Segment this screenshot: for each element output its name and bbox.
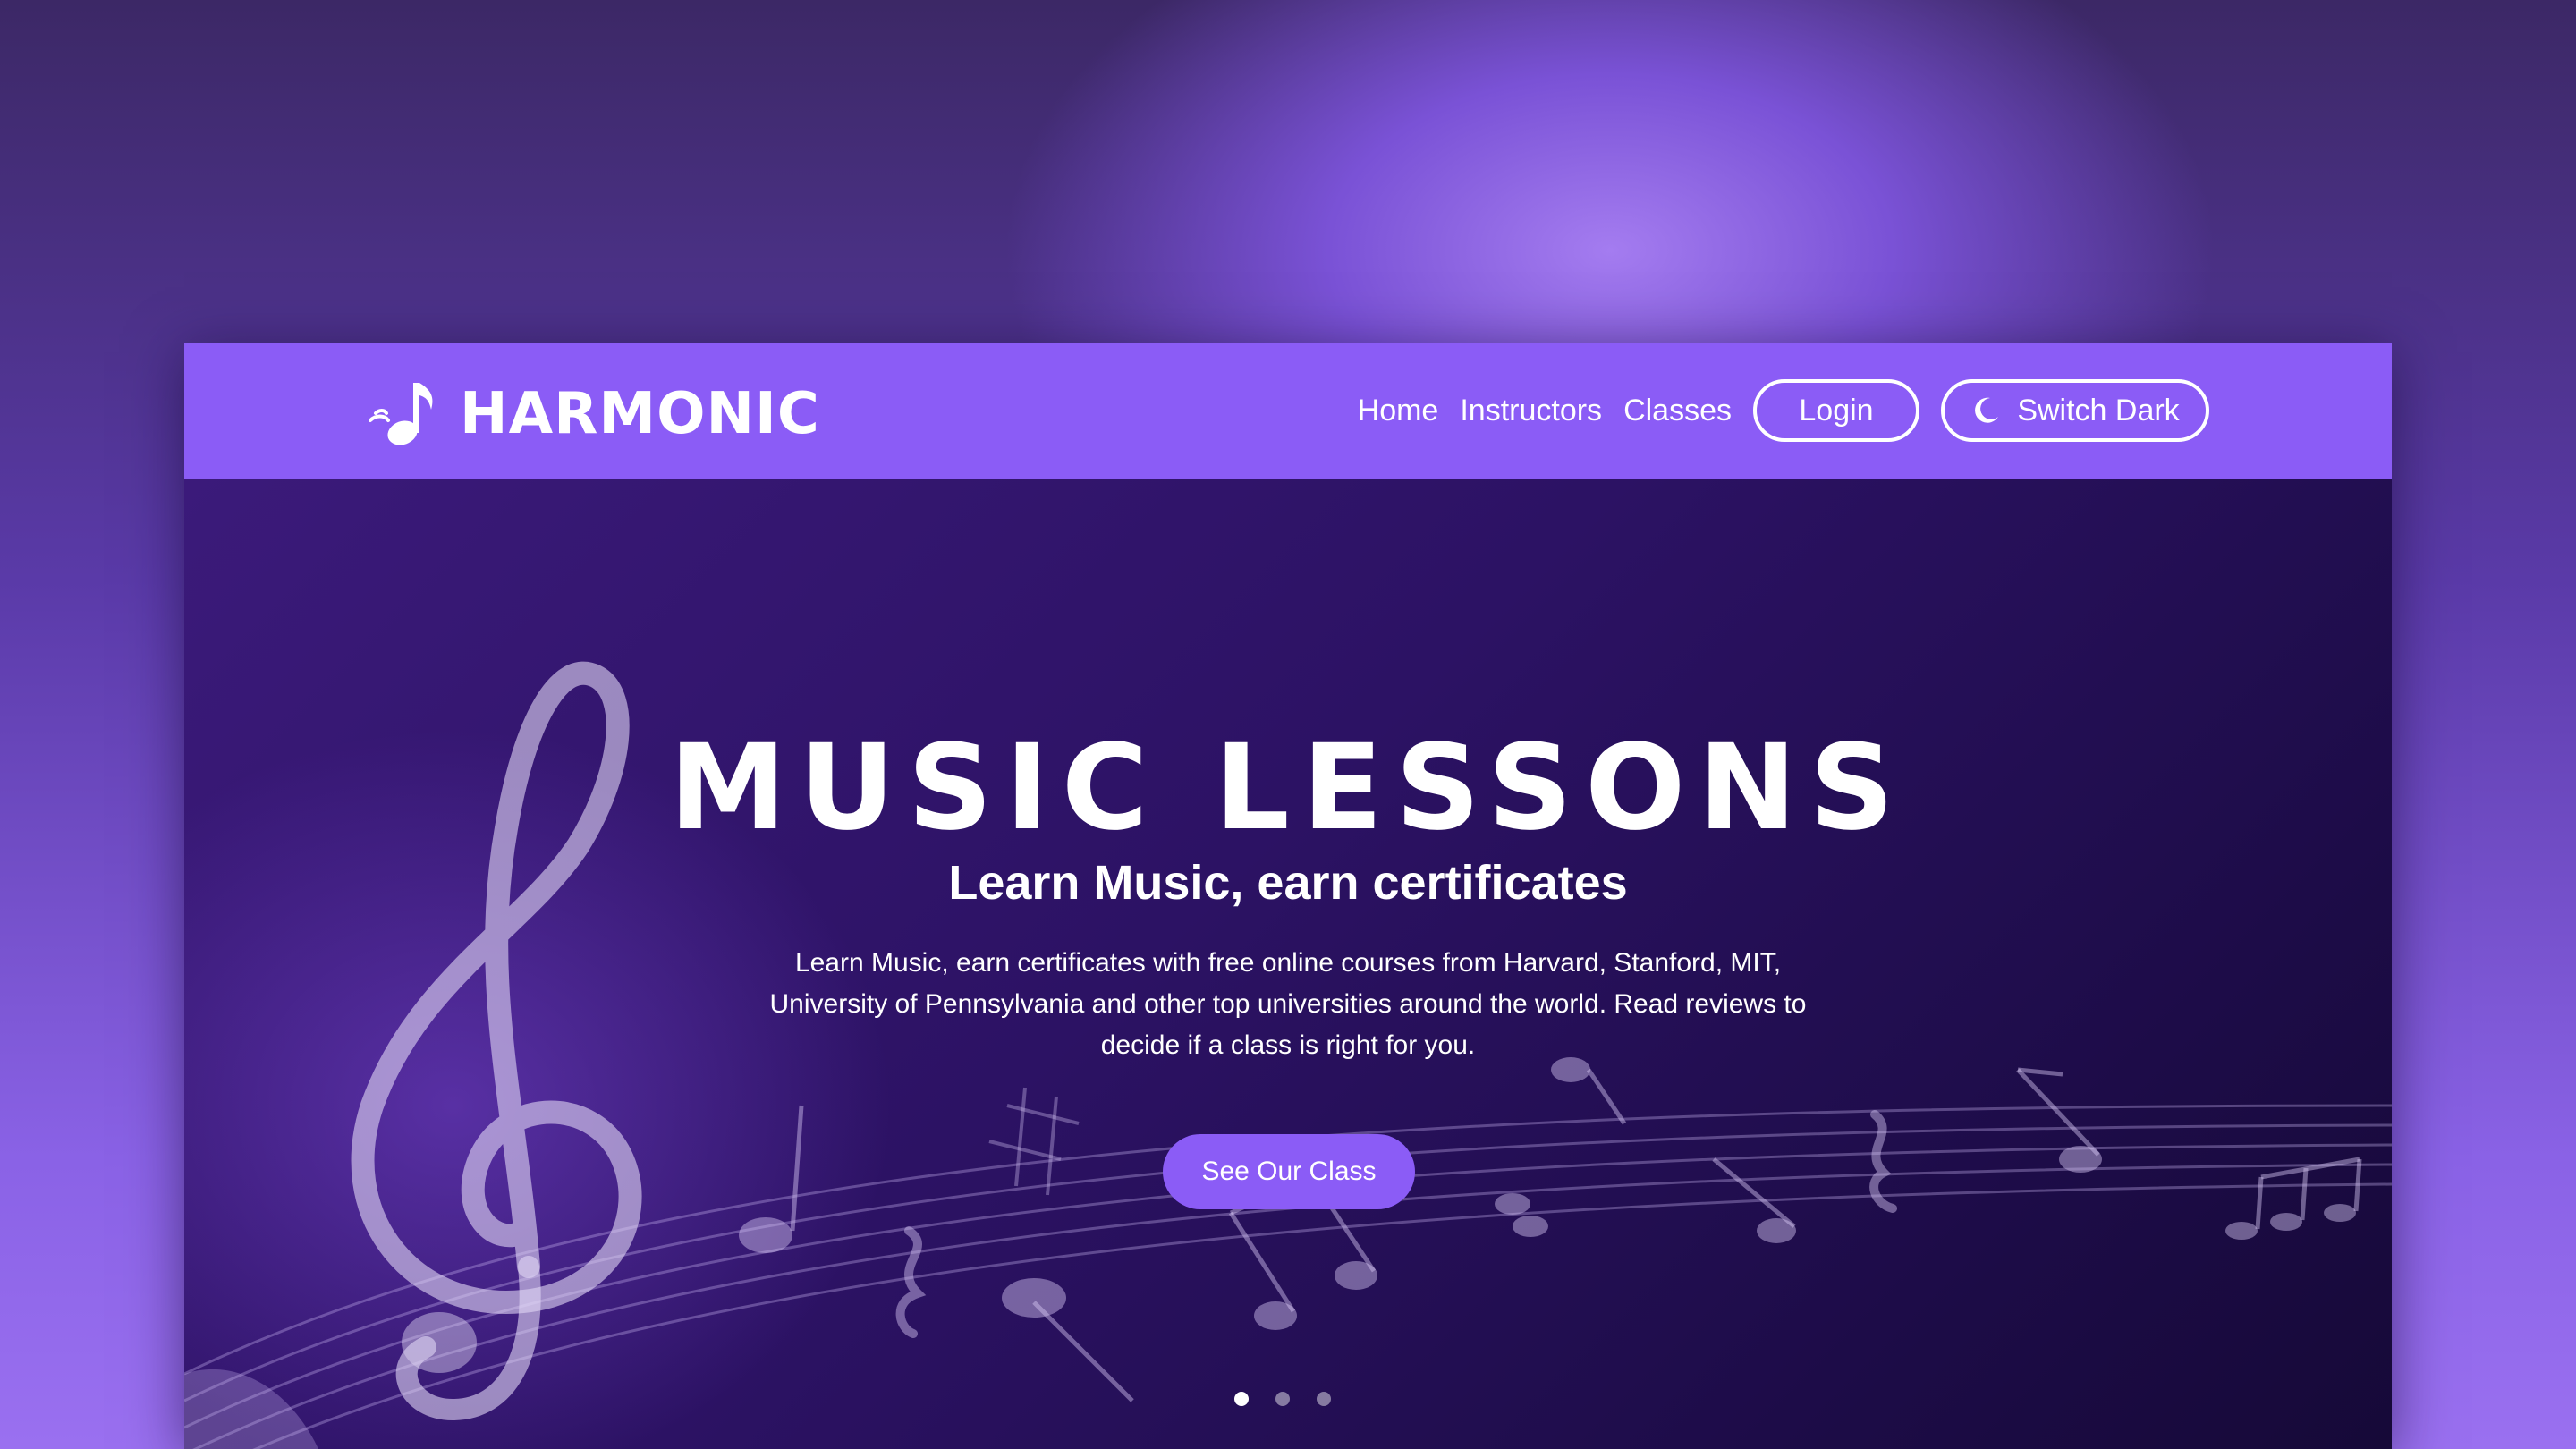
nav-menu: Home Instructors Classes Login Switch Da…	[1358, 376, 2209, 445]
login-label: Login	[1799, 393, 1874, 428]
carousel-dot-2[interactable]	[1275, 1392, 1290, 1406]
hero-subtitle: Learn Music, earn certificates	[948, 856, 1628, 910]
hero-description: Learn Music, earn certificates with free…	[769, 948, 1807, 1060]
login-button[interactable]: Login	[1753, 379, 1919, 442]
brand-name: HARMONIC	[460, 381, 820, 447]
moon-icon	[1975, 397, 1999, 423]
carousel-dot-1[interactable]	[1234, 1392, 1249, 1406]
nav-link-instructors[interactable]: Instructors	[1460, 394, 1602, 428]
carousel-dot-3[interactable]	[1317, 1392, 1331, 1406]
website-frame: HARMONIC Home Instructors Classes Login …	[184, 343, 2392, 1449]
carousel-indicators	[1234, 1392, 1331, 1406]
hero-section: MUSIC LESSONS Learn Music, earn certific…	[184, 479, 2392, 1449]
nav-link-classes[interactable]: Classes	[1623, 394, 1732, 428]
sharp-sign	[988, 1087, 1080, 1196]
navbar: HARMONIC Home Instructors Classes Login …	[184, 343, 2392, 479]
corner-shape	[184, 1368, 318, 1449]
see-our-class-button[interactable]: See Our Class	[1163, 1134, 1415, 1209]
nav-link-home[interactable]: Home	[1358, 394, 1439, 428]
switch-dark-button[interactable]: Switch Dark	[1941, 379, 2209, 442]
hero-title: MUSIC LESSONS	[669, 719, 1907, 857]
music-notes	[739, 1057, 2362, 1402]
brand-logo[interactable]: HARMONIC	[369, 374, 820, 454]
cta-label: See Our Class	[1201, 1157, 1377, 1186]
switch-dark-label: Switch Dark	[2017, 393, 2180, 428]
music-note-icon	[369, 383, 433, 445]
clef-base-dot	[402, 1312, 477, 1373]
